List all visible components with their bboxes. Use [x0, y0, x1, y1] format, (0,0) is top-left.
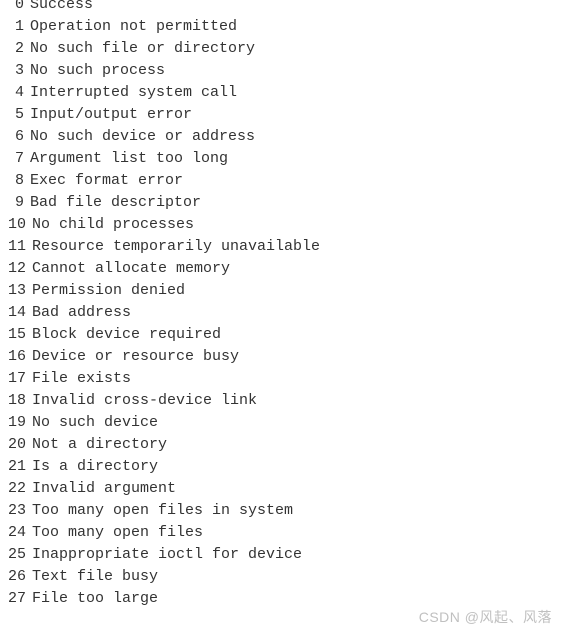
errno-number: 16 [8, 346, 32, 368]
errno-text: No child processes [32, 214, 194, 236]
errno-text: Cannot allocate memory [32, 258, 230, 280]
list-item: 21 Is a directory [8, 456, 558, 478]
list-item: 19 No such device [8, 412, 558, 434]
errno-number: 0 [8, 0, 30, 16]
errno-text: Exec format error [30, 170, 183, 192]
errno-number: 5 [8, 104, 30, 126]
list-item: 15 Block device required [8, 324, 558, 346]
list-item: 11 Resource temporarily unavailable [8, 236, 558, 258]
errno-number: 6 [8, 126, 30, 148]
errno-text: Too many open files [32, 522, 203, 544]
list-item: 3 No such process [8, 60, 558, 82]
errno-number: 4 [8, 82, 30, 104]
errno-number: 8 [8, 170, 30, 192]
errno-text: Device or resource busy [32, 346, 239, 368]
errno-number: 14 [8, 302, 32, 324]
list-item: 9 Bad file descriptor [8, 192, 558, 214]
list-item: 20 Not a directory [8, 434, 558, 456]
errno-text: Resource temporarily unavailable [32, 236, 320, 258]
errno-number: 2 [8, 38, 30, 60]
list-item: 10 No child processes [8, 214, 558, 236]
list-item: 25 Inappropriate ioctl for device [8, 544, 558, 566]
errno-text: Success [30, 0, 93, 16]
errno-text: Block device required [32, 324, 221, 346]
errno-text: Operation not permitted [30, 16, 237, 38]
errno-number: 13 [8, 280, 32, 302]
list-item: 18 Invalid cross-device link [8, 390, 558, 412]
errno-text: Input/output error [30, 104, 192, 126]
errno-number: 18 [8, 390, 32, 412]
errno-number: 7 [8, 148, 30, 170]
errno-text: Text file busy [32, 566, 158, 588]
errno-number: 17 [8, 368, 32, 390]
list-item: 6 No such device or address [8, 126, 558, 148]
list-item: 27 File too large [8, 588, 558, 610]
errno-number: 21 [8, 456, 32, 478]
errno-text: Argument list too long [30, 148, 228, 170]
list-item: 7 Argument list too long [8, 148, 558, 170]
list-item: 14 Bad address [8, 302, 558, 324]
list-item: 23 Too many open files in system [8, 500, 558, 522]
errno-text: Too many open files in system [32, 500, 293, 522]
errno-list: 0 Success 1 Operation not permitted 2 No… [8, 0, 558, 610]
list-item: 16 Device or resource busy [8, 346, 558, 368]
errno-number: 10 [8, 214, 32, 236]
list-item: 1 Operation not permitted [8, 16, 558, 38]
list-item: 0 Success [8, 0, 558, 16]
errno-text: Interrupted system call [30, 82, 237, 104]
list-item: 2 No such file or directory [8, 38, 558, 60]
errno-text: Bad address [32, 302, 131, 324]
errno-text: No such file or directory [30, 38, 255, 60]
list-item: 24 Too many open files [8, 522, 558, 544]
errno-text: No such device [32, 412, 158, 434]
list-item: 17 File exists [8, 368, 558, 390]
list-item: 5 Input/output error [8, 104, 558, 126]
errno-text: Inappropriate ioctl for device [32, 544, 302, 566]
list-item: 4 Interrupted system call [8, 82, 558, 104]
errno-number: 15 [8, 324, 32, 346]
errno-text: Bad file descriptor [30, 192, 201, 214]
errno-number: 20 [8, 434, 32, 456]
errno-number: 3 [8, 60, 30, 82]
errno-text: File too large [32, 588, 158, 610]
errno-text: Permission denied [32, 280, 185, 302]
errno-text: No such process [30, 60, 165, 82]
errno-number: 25 [8, 544, 32, 566]
errno-number: 24 [8, 522, 32, 544]
list-item: 8 Exec format error [8, 170, 558, 192]
list-item: 22 Invalid argument [8, 478, 558, 500]
errno-number: 27 [8, 588, 32, 610]
list-item: 26 Text file busy [8, 566, 558, 588]
list-item: 12 Cannot allocate memory [8, 258, 558, 280]
errno-text: File exists [32, 368, 131, 390]
watermark-text: CSDN @风起、风落 [419, 607, 552, 627]
errno-number: 1 [8, 16, 30, 38]
errno-number: 19 [8, 412, 32, 434]
errno-text: Not a directory [32, 434, 167, 456]
list-item: 13 Permission denied [8, 280, 558, 302]
errno-text: Invalid argument [32, 478, 176, 500]
errno-number: 23 [8, 500, 32, 522]
errno-number: 12 [8, 258, 32, 280]
errno-number: 26 [8, 566, 32, 588]
errno-number: 11 [8, 236, 32, 258]
errno-text: Is a directory [32, 456, 158, 478]
errno-number: 9 [8, 192, 30, 214]
errno-text: Invalid cross-device link [32, 390, 257, 412]
errno-number: 22 [8, 478, 32, 500]
errno-text: No such device or address [30, 126, 255, 148]
